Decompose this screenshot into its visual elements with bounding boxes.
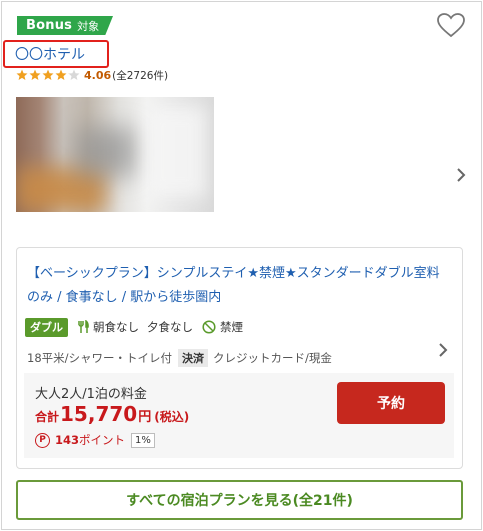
points-value: 143 [55, 433, 80, 447]
bonus-badge: Bonus 対象 [17, 16, 113, 35]
plan-title-link[interactable]: 【ベーシックプラン】シンプルステイ★禁煙★スタンダードダブル室料のみ / 食事な… [27, 262, 447, 310]
fork-knife-icon [78, 320, 89, 333]
chevron-right-icon[interactable] [438, 342, 448, 357]
all-plans-button[interactable]: すべての宿泊プランを見る(全21件) [16, 480, 463, 520]
bonus-label: Bonus [26, 18, 73, 33]
points-rate-badge: 1% [131, 432, 155, 448]
hotel-name-link[interactable]: 〇〇ホテル [15, 44, 85, 64]
bonus-suffix: 対象 [77, 19, 100, 33]
rating-score: 4.06 [84, 68, 112, 82]
plan-features: ダブル 朝食なし 夕食なし 禁煙 [25, 317, 243, 337]
reserve-button[interactable]: 予約 [337, 382, 445, 424]
room-type-badge: ダブル [25, 317, 68, 337]
rating-stars [16, 69, 81, 81]
chevron-right-icon[interactable] [456, 167, 466, 182]
star-icon [68, 69, 80, 80]
star-icon [55, 69, 67, 80]
review-count: (全2726件) [112, 69, 169, 82]
room-detail: 18平米/シャワー・トイレ付 [27, 351, 173, 365]
payment-badge: 決済 [178, 349, 209, 367]
points-info: P 143 ポイント 1% [35, 431, 155, 449]
price-total: 合計 15,770 円 (税込) [35, 402, 189, 426]
no-smoking-icon [202, 320, 216, 334]
star-icon [29, 69, 41, 80]
dinner-label: 夕食なし [147, 320, 193, 334]
room-info: 18平米/シャワー・トイレ付 決済 クレジットカード/現金 [27, 349, 332, 367]
smoking-info: 禁煙 [202, 319, 243, 335]
payment-methods: クレジットカード/現金 [213, 351, 332, 365]
price-amount: 15,770 [60, 402, 138, 426]
total-label: 合計 [35, 410, 60, 424]
star-icon [42, 69, 54, 80]
p-circle-icon: P [35, 432, 50, 448]
price-currency: 円 [138, 410, 152, 425]
smoking-label: 禁煙 [220, 320, 243, 334]
star-icon [16, 69, 28, 80]
breakfast-label: 朝食なし [93, 320, 139, 334]
heart-icon[interactable] [437, 13, 465, 39]
hotel-photo[interactable] [16, 97, 214, 212]
meal-info: 朝食なし 夕食なし [77, 319, 193, 335]
points-unit: ポイント [79, 433, 126, 447]
tax-note: (税込) [154, 410, 190, 424]
rating: 4.06 (全2726件) [16, 67, 168, 83]
price-condition: 大人2人/1泊の料金 [35, 387, 147, 402]
